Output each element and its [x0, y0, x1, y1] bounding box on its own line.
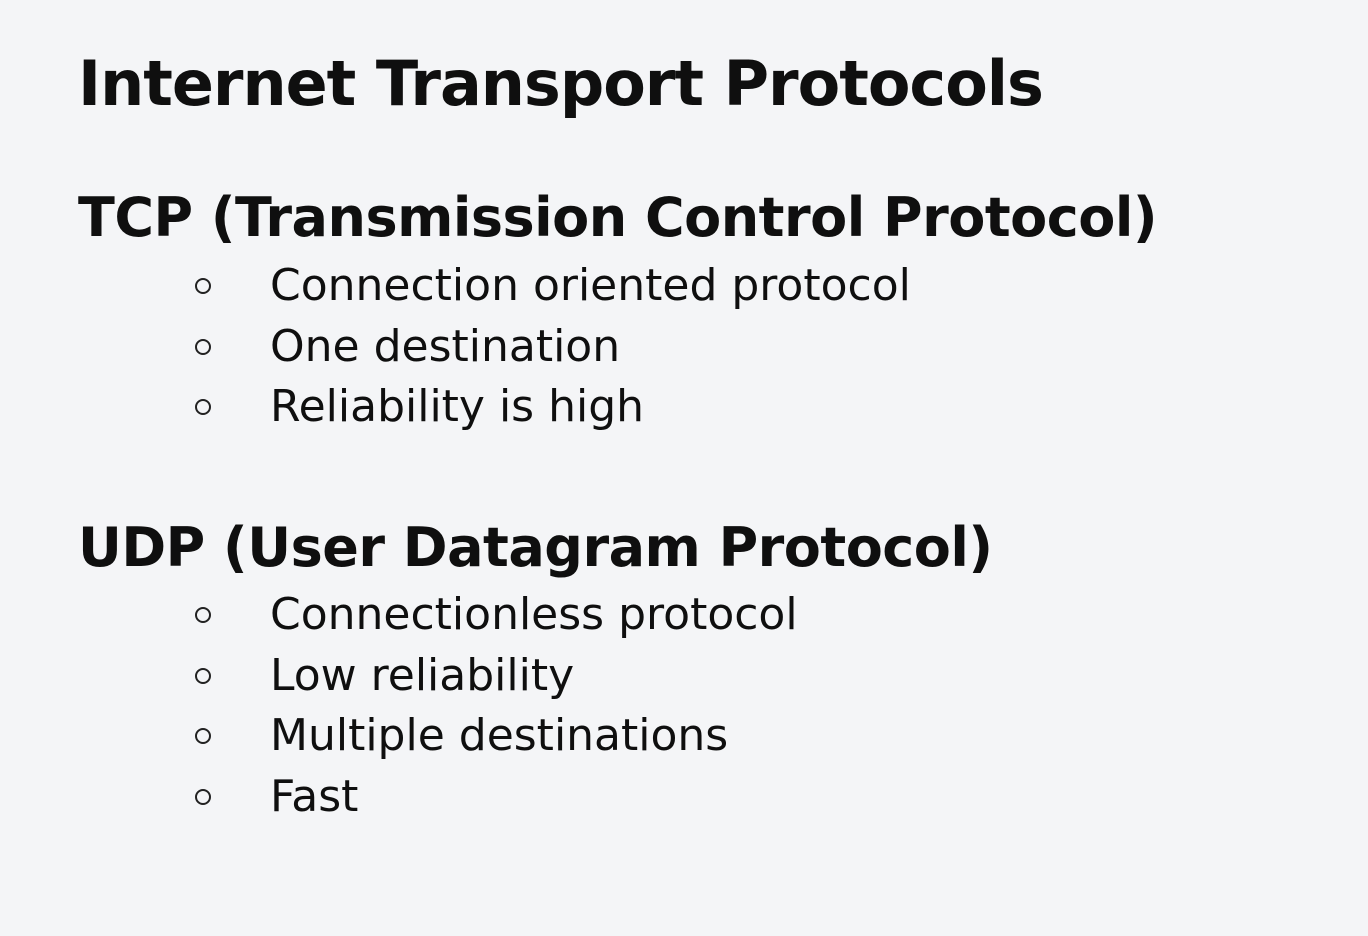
- hollow-circle-bullet-icon: [195, 667, 211, 684]
- list-item-text: Connection oriented protocol: [270, 260, 911, 311]
- list-item-text: One destination: [270, 320, 621, 372]
- hollow-circle-bullet-icon: [195, 788, 211, 805]
- hollow-circle-bullet-icon: [195, 278, 211, 294]
- list-item-text: Reliability is high: [270, 381, 645, 432]
- slide-title: Internet Transport Protocols: [78, 47, 1044, 120]
- hollow-circle-bullet-icon: [195, 399, 211, 415]
- hollow-circle-bullet-icon: [195, 728, 211, 744]
- hollow-circle-bullet-icon: [195, 607, 211, 623]
- list-item-text: Multiple destinations: [270, 710, 729, 761]
- tcp-section-heading: TCP (Transmission Control Protocol): [78, 186, 1158, 249]
- list-item-text: Low reliability: [270, 649, 575, 701]
- list-item-text: Connectionless protocol: [270, 589, 798, 640]
- hollow-circle-bullet-icon: [195, 338, 211, 355]
- udp-section-heading: UDP (User Datagram Protocol): [78, 516, 993, 579]
- list-item-text: Fast: [270, 770, 359, 822]
